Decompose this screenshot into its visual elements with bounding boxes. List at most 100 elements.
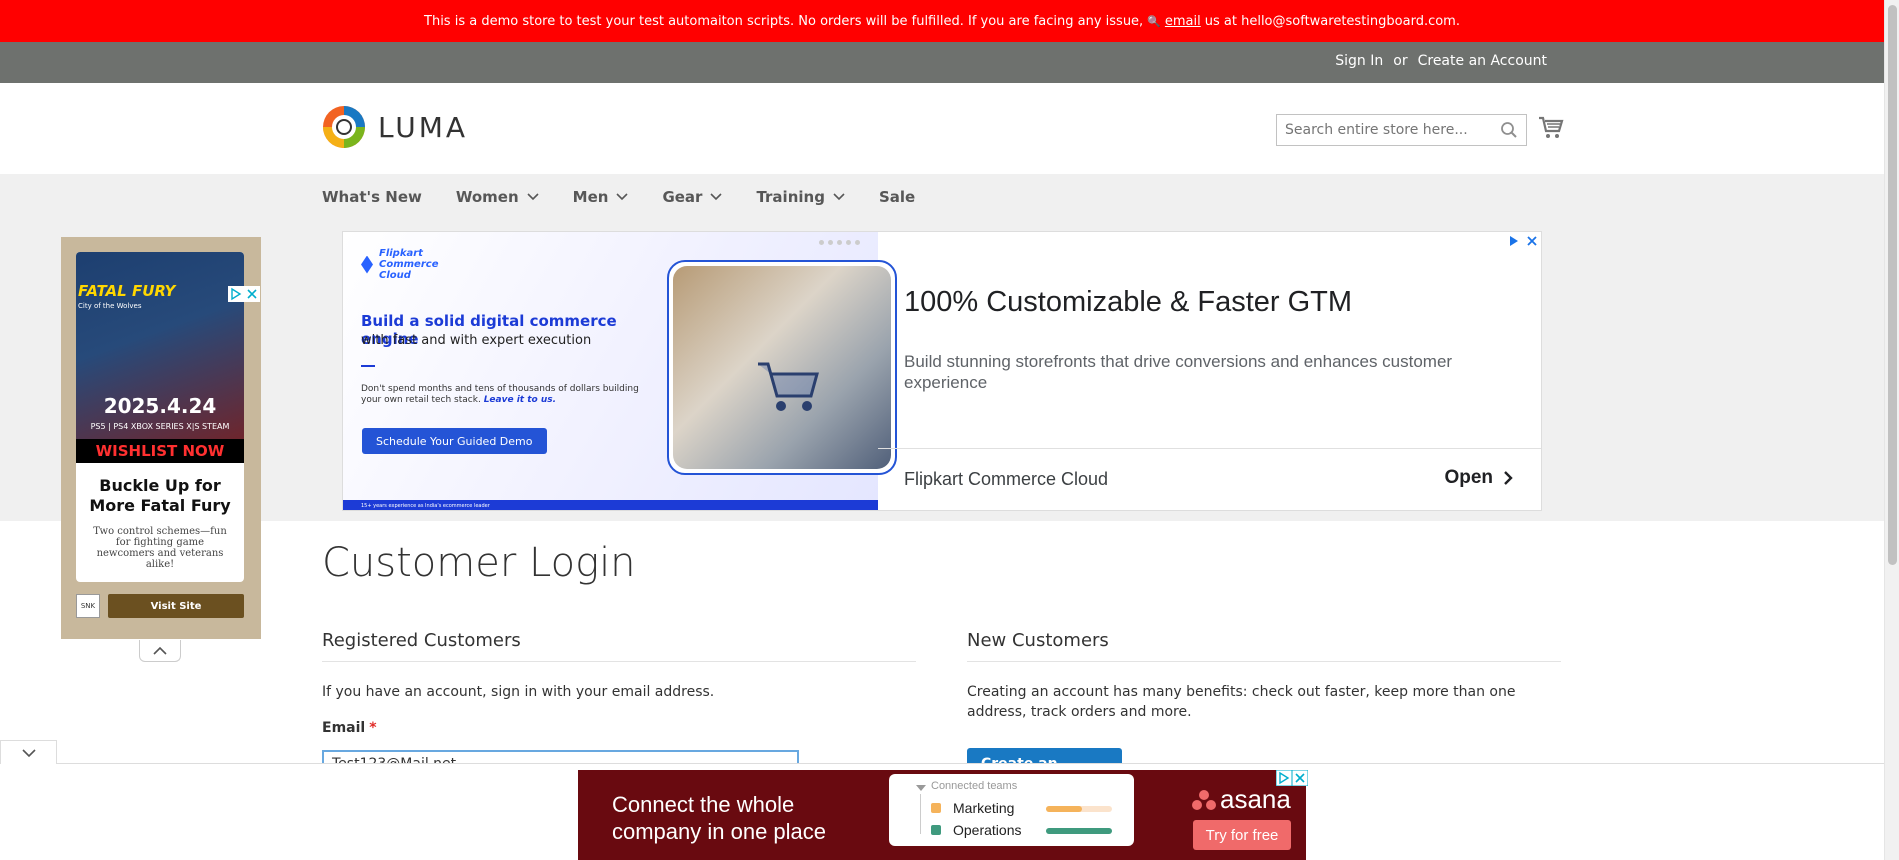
operations-progress-track xyxy=(1046,828,1112,834)
marketing-progress-fill xyxy=(1046,806,1083,812)
asana-ad[interactable]: Connect the whole company in one place C… xyxy=(578,770,1306,860)
top-links-bar: Sign In or Create an Account xyxy=(0,42,1884,83)
try-for-free-button[interactable]: Try for free xyxy=(1193,820,1291,850)
asana-headline-line2: company in one place xyxy=(612,819,827,844)
asana-logo-icon xyxy=(1192,789,1216,810)
flipkart-logo-text: Flipkart Commerce Cloud xyxy=(379,248,439,281)
operations-swatch xyxy=(931,825,941,835)
connected-teams-header: Connected teams xyxy=(931,780,1018,792)
adchoices-icon[interactable] xyxy=(228,286,244,302)
ad-open-button[interactable]: Open xyxy=(1444,467,1513,489)
platform-logos: PS5 | PS4 XBOX SERIES X|S STEAM xyxy=(90,422,230,431)
ad-small-link: Leave it to us. xyxy=(483,395,557,405)
nav-item-women[interactable]: Women xyxy=(456,188,539,206)
page-title: Customer Login xyxy=(322,540,636,586)
nav-item-what-s-new[interactable]: What's New xyxy=(322,188,422,206)
chevron-down-icon xyxy=(527,193,539,201)
marketing-progress-track xyxy=(1046,806,1112,812)
email-label: Email * xyxy=(322,720,916,736)
ad-divider xyxy=(361,365,375,367)
left-ad-collapse-button[interactable] xyxy=(139,640,181,662)
asana-headline-line1: Connect the whole xyxy=(612,792,795,817)
game-logo-text: FATAL FURY xyxy=(78,282,176,300)
sign-in-link[interactable]: Sign In xyxy=(1335,53,1383,69)
nav-item-label: Women xyxy=(455,188,519,206)
search-input[interactable] xyxy=(1285,122,1500,138)
left-ad-footer: SNK Visit Site xyxy=(76,594,244,618)
chevron-down-icon xyxy=(710,193,723,201)
wishlist-text: WISHLIST NOW xyxy=(76,439,244,463)
or-text: or xyxy=(1393,53,1408,69)
team-name-marketing: Marketing xyxy=(953,800,1015,816)
chevron-down-icon xyxy=(21,748,36,757)
anchor-ad-collapse-button[interactable] xyxy=(0,740,57,764)
triangle-down-icon xyxy=(916,785,926,791)
ad-dots xyxy=(819,240,860,245)
search-box xyxy=(1276,114,1527,146)
nav-item-gear[interactable]: Gear xyxy=(662,188,723,206)
team-name-operations: Operations xyxy=(953,822,1022,838)
shopping-cart-icon xyxy=(758,362,819,411)
anchor-ad-choices[interactable] xyxy=(1276,770,1308,786)
chevron-up-icon xyxy=(153,646,167,655)
game-ad-image: FATAL FURY City of the Wolves 2025.4.24 … xyxy=(76,252,244,463)
key-icon: 🔍 xyxy=(1147,14,1161,28)
ad-footer: Flipkart Commerce Cloud Open xyxy=(878,448,1541,510)
demo-store-banner: This is a demo store to test your test a… xyxy=(0,0,1884,42)
site-header: LUMA xyxy=(0,83,1884,174)
asana-headline: Connect the whole company in one place xyxy=(612,791,826,845)
chevron-down-icon xyxy=(833,193,845,201)
team-row-marketing: Marketing xyxy=(931,800,1014,816)
create-account-link[interactable]: Create an Account xyxy=(1418,53,1547,69)
adchoices-icon[interactable] xyxy=(1507,234,1521,248)
visit-site-button[interactable]: Visit Site xyxy=(108,594,244,618)
ad-open-label: Open xyxy=(1444,467,1493,488)
tree-line xyxy=(920,794,921,834)
left-ad-choices[interactable] xyxy=(228,286,260,302)
ad-title[interactable]: 100% Customizable & Faster GTM xyxy=(904,286,1352,319)
new-customers-block: New Customers Creating an account has ma… xyxy=(967,630,1561,722)
snk-badge-icon: SNK xyxy=(76,594,100,618)
close-icon[interactable] xyxy=(244,286,260,302)
ad-subheadline: with fast and with expert execution xyxy=(361,333,592,348)
registered-customers-title: Registered Customers xyxy=(322,630,916,662)
adchoices-icon[interactable] xyxy=(1276,770,1292,786)
release-date: 2025.4.24 xyxy=(103,394,217,418)
nav-item-label: Training xyxy=(756,188,825,206)
page-scrollbar[interactable] xyxy=(1884,0,1899,860)
banner-ad-choices[interactable] xyxy=(1507,234,1539,248)
registered-customers-block: Registered Customers If you have an acco… xyxy=(322,630,916,736)
game-subtitle: City of the Wolves xyxy=(78,302,142,310)
operations-progress-fill xyxy=(1046,828,1112,834)
search-icon[interactable] xyxy=(1500,121,1518,139)
ad-photo xyxy=(667,260,897,475)
cart-icon[interactable] xyxy=(1538,116,1564,140)
logo-text: LUMA xyxy=(378,110,469,144)
nav-item-men[interactable]: Men xyxy=(573,188,629,206)
close-icon[interactable] xyxy=(1525,234,1539,248)
asana-logo: asana xyxy=(1192,784,1291,815)
left-ad-title: Buckle Up for More Fatal Fury xyxy=(89,476,231,515)
luma-logo[interactable]: LUMA xyxy=(322,105,468,149)
banner-email-link[interactable]: email xyxy=(1165,14,1201,29)
scrollbar-thumb[interactable] xyxy=(1888,5,1897,565)
ad-text-panel: 100% Customizable & Faster GTM Build stu… xyxy=(878,232,1541,510)
nav-item-label: Gear xyxy=(662,188,703,206)
ad-description: Build stunning storefronts that drive co… xyxy=(904,352,1453,392)
nav-items: What's New Women Men Gear Training Sale xyxy=(322,188,949,206)
nav-item-sale[interactable]: Sale xyxy=(879,188,915,206)
laptop-cart-image xyxy=(673,266,891,469)
ad-footer-strip: 15+ years experience as India's ecommerc… xyxy=(343,500,878,510)
registered-customers-text: If you have an account, sign in with you… xyxy=(322,684,715,700)
luma-logo-icon xyxy=(323,106,365,148)
nav-item-label: What's New xyxy=(322,188,422,206)
schedule-demo-button[interactable]: Schedule Your Guided Demo xyxy=(362,428,547,454)
anchor-ad-bar: Connect the whole company in one place C… xyxy=(0,740,1884,860)
banner-ad[interactable]: Flipkart Commerce Cloud Build a solid di… xyxy=(342,231,1542,511)
close-icon[interactable] xyxy=(1292,770,1308,786)
left-ad-subtitle: Two control schemes—fun for fighting gam… xyxy=(93,526,227,570)
flipkart-logo: Flipkart Commerce Cloud xyxy=(361,248,439,281)
ad-brand-name[interactable]: Flipkart Commerce Cloud xyxy=(904,469,1108,490)
nav-item-training[interactable]: Training xyxy=(756,188,845,206)
left-ad-card: FATAL FURY City of the Wolves 2025.4.24 … xyxy=(76,252,244,582)
